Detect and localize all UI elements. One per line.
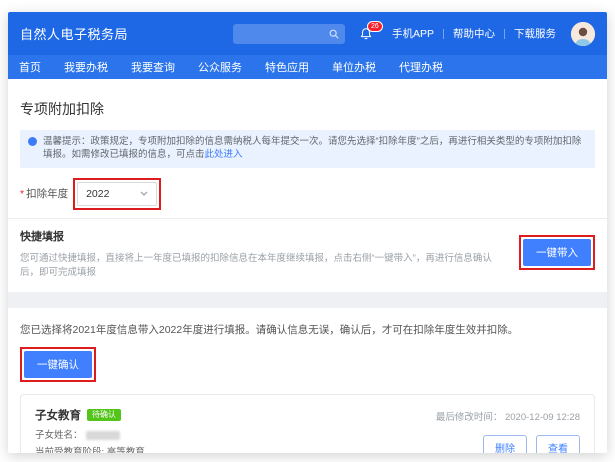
notice-banner: 温馨提示：政策规定，专项附加扣除的信息需纳税人每年提交一次。请您先选择“扣除年度…: [20, 130, 595, 168]
confirm-instruction: 您已选择将2021年度信息带入2022年度进行填报。请确认信息无误，确认后，才可…: [20, 323, 519, 336]
main-nav: 首页 我要办税 我要查询 公众服务 特色应用 单位办税 代理办税: [8, 55, 607, 79]
user-avatar-icon: [571, 21, 595, 46]
notifications-button[interactable]: 26: [359, 20, 383, 41]
help-center-link[interactable]: 帮助中心: [444, 26, 504, 41]
one-click-bring-in-button[interactable]: 一键带入: [523, 239, 591, 267]
status-badge: 待确认: [87, 408, 121, 421]
nav-item-company-tax[interactable]: 单位办税: [332, 59, 376, 75]
deduction-record: 子女教育 待确认 子女姓名： 当前受教育阶段: 高等教育 填报来源： 本人 扣除…: [20, 393, 595, 453]
app-window: 自然人电子税务局 26 手机APP 帮助中心 下载服务 首页 我要办税 我要查询…: [8, 12, 607, 453]
year-select-value: 2022: [86, 187, 110, 200]
delete-button[interactable]: 删除: [483, 434, 527, 453]
quick-fill-title: 快捷填报: [20, 230, 64, 243]
avatar[interactable]: [571, 21, 595, 46]
info-icon: [28, 137, 37, 146]
top-header-bar: 自然人电子税务局 26 手机APP 帮助中心 下载服务: [8, 12, 607, 55]
deduction-year-row: * 扣除年度 2022: [20, 177, 595, 210]
view-button[interactable]: 查看: [536, 434, 580, 453]
nav-item-public-service[interactable]: 公众服务: [198, 59, 242, 75]
search-box[interactable]: [232, 23, 345, 44]
search-icon: [329, 29, 339, 39]
annotation-box-confirm: 一键确认: [20, 346, 96, 382]
content-area: 专项附加扣除 温馨提示：政策规定，专项附加扣除的信息需纳税人每年提交一次。请您先…: [8, 79, 607, 453]
confirm-card: 您已选择将2021年度信息带入2022年度进行填报。请确认信息无误，确认后，才可…: [8, 307, 607, 453]
nav-item-agent-tax[interactable]: 代理办税: [399, 59, 443, 75]
app-title: 自然人电子税务局: [20, 27, 129, 42]
last-modified: 最后修改时间： 2020-12-09 12:28: [435, 411, 580, 423]
notification-badge: 26: [366, 20, 383, 32]
nav-item-home[interactable]: 首页: [19, 59, 41, 75]
deduction-year-label: 扣除年度: [26, 188, 69, 201]
notice-text: 温馨提示：政策规定，专项附加扣除的信息需纳税人每年提交一次。请您先选择“扣除年度…: [43, 136, 582, 160]
quick-fill-section: 快捷填报 您可通过快捷填报，直接将上一年度已填报的扣除信息在本年度继续填报，点击…: [20, 219, 595, 292]
redacted-name: [85, 430, 120, 440]
record-actions: 删除 查看: [483, 434, 580, 453]
download-service-link[interactable]: 下载服务: [505, 26, 565, 41]
notice-enter-link[interactable]: 此处进入: [205, 149, 243, 160]
header-links: 手机APP 帮助中心 下载服务: [383, 26, 565, 41]
annotation-box-bring-in: 一键带入: [519, 235, 595, 271]
nav-item-tax-handling[interactable]: 我要办税: [64, 59, 108, 75]
search-input[interactable]: [238, 28, 329, 39]
year-select[interactable]: 2022: [77, 181, 158, 206]
one-click-confirm-button[interactable]: 一键确认: [24, 350, 92, 378]
nav-item-featured-apps[interactable]: 特色应用: [265, 59, 309, 75]
annotation-box-year: 2022: [73, 177, 162, 210]
record-title: 子女教育: [35, 409, 81, 422]
required-mark: *: [20, 187, 25, 200]
mobile-app-link[interactable]: 手机APP: [383, 26, 443, 41]
nav-item-inquiry[interactable]: 我要查询: [131, 59, 175, 75]
chevron-down-icon: [140, 191, 148, 196]
deduction-card: 专项附加扣除 温馨提示：政策规定，专项附加扣除的信息需纳税人每年提交一次。请您先…: [8, 79, 607, 292]
page-title: 专项附加扣除: [20, 101, 104, 117]
quick-fill-desc: 您可通过快捷填报，直接将上一年度已填报的扣除信息在本年度继续填报，点击右侧“一键…: [20, 252, 492, 278]
